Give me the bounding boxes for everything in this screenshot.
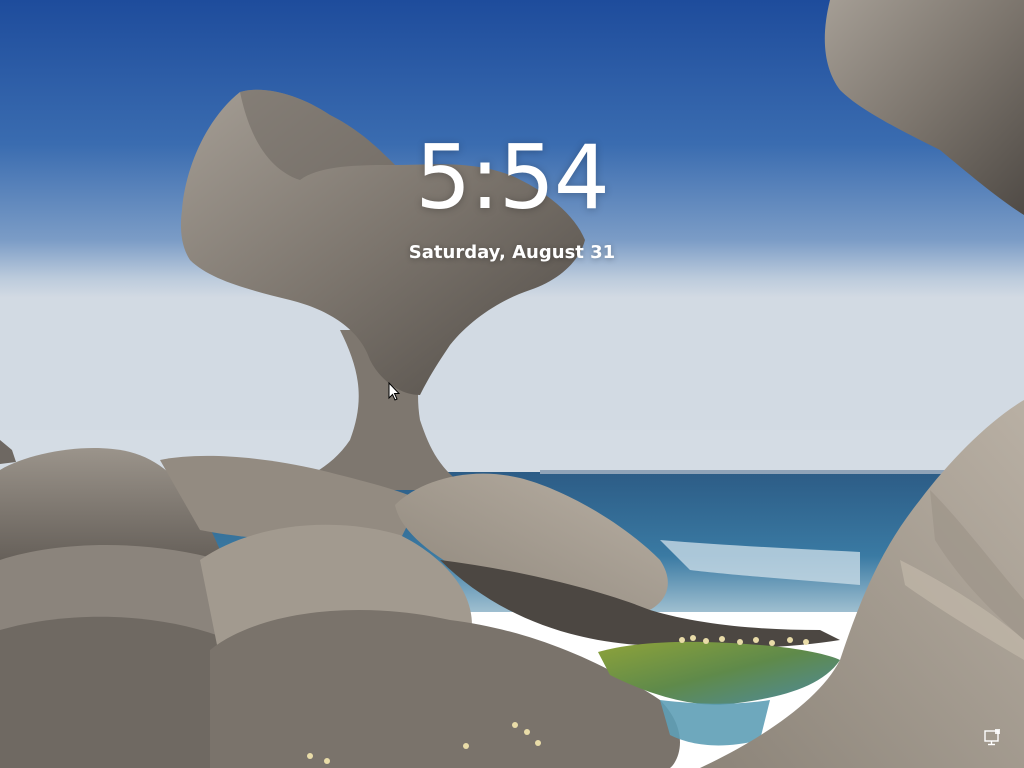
network-monitor-icon[interactable] (982, 728, 1002, 748)
lock-screen[interactable]: 5:54 Saturday, August 31 (0, 0, 1024, 768)
lock-screen-time: 5:54 (415, 126, 610, 229)
lock-screen-date: Saturday, August 31 (408, 242, 616, 263)
lock-screen-background-image (0, 0, 1024, 768)
